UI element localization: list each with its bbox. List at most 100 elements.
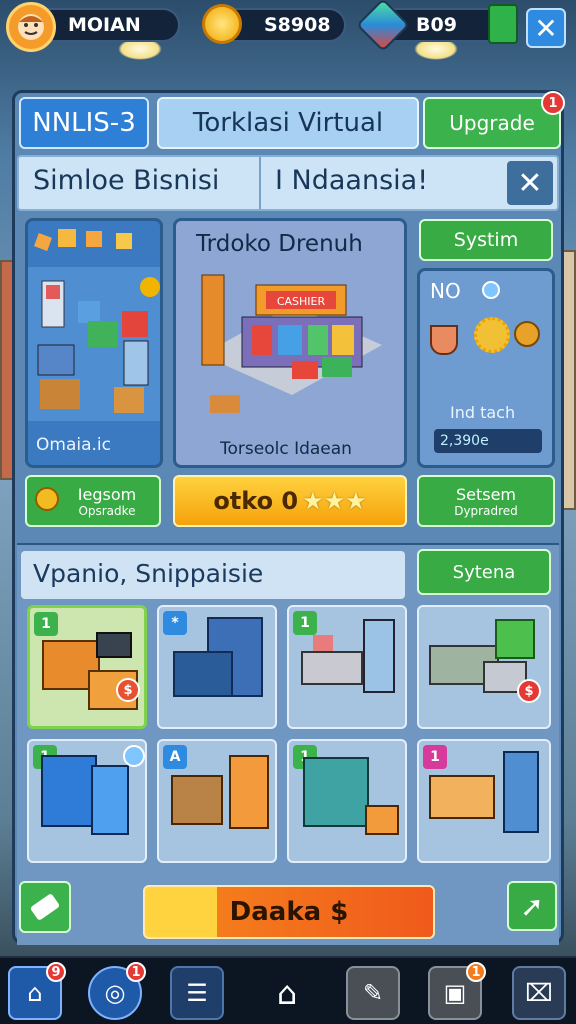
shop-section: Vpanio, Snippaisie Sytena 1 $ * 1 $ A 1 … [17, 543, 559, 945]
tab-nnlis[interactable]: NNLIS-3 [19, 97, 149, 149]
monitor-icon [41, 755, 97, 827]
featured-card-right[interactable]: NO Ind tach 2,390e [417, 268, 555, 468]
setsem-button[interactable]: Setsem Dypradred [417, 475, 555, 527]
sytena-button-label: Sytena [452, 561, 516, 583]
tab-label: NNLIS-3 [32, 108, 136, 138]
shop-slot-3[interactable]: 1 [287, 605, 407, 729]
register-screen-icon [96, 632, 132, 658]
tab-upgrade[interactable]: Upgrade 1 [423, 91, 565, 149]
house-outline-icon: ⌂ [276, 974, 298, 1012]
divider [259, 157, 261, 209]
store-icon: ⌧ [525, 979, 553, 1007]
nav-house[interactable]: ⌂ [260, 966, 314, 1020]
nav-shop[interactable]: ⌧ [512, 966, 566, 1020]
left-button-line1: Iegsom [77, 484, 137, 504]
desk-icon [429, 775, 495, 819]
coin-count: S8908 [264, 14, 331, 36]
left-button-line2: Opsradke [78, 503, 136, 518]
slot-tag-text: 1 [41, 616, 51, 632]
price-badge: $ [116, 678, 140, 702]
nav-menu[interactable]: ☰ [170, 966, 224, 1020]
bottom-nav-bar: ⌂ 9 ◎ 1 ☰ ⌂ ✎ ▣ 1 ⌧ [0, 956, 576, 1024]
shop-slot-4[interactable]: $ [417, 605, 551, 729]
info-icon [123, 745, 145, 767]
coin-icon [202, 4, 242, 44]
shop-slot-6[interactable]: A [157, 739, 277, 863]
menu-icon: ☰ [186, 979, 208, 1007]
store-building-illustration: CASHIER [201, 274, 382, 413]
eraser-button[interactable] [19, 881, 71, 933]
featured-card-center[interactable]: Trdoko Drenuh CASHIER Torseolc Idaean [173, 218, 407, 468]
shop-items-illustration [28, 229, 160, 421]
nav-profile[interactable]: ◎ 1 [88, 962, 146, 1020]
nav-tools[interactable]: ✎ [346, 966, 400, 1020]
sytena-button[interactable]: Sytena [417, 549, 551, 595]
nav-home[interactable]: ⌂ 9 [8, 962, 66, 1020]
nav-camera[interactable]: ▣ 1 [428, 962, 486, 1020]
featured-card-left[interactable]: Omaia.ic [25, 218, 163, 468]
shop-heading-bar: Vpanio, Snippaisie [21, 551, 405, 599]
notification-badge: 1 [466, 962, 486, 982]
award-icon [474, 317, 510, 353]
shop-slot-2[interactable]: * [157, 605, 277, 729]
player-avatar[interactable] [6, 2, 56, 52]
sub-header-bar: Simloe Bisnisi I Ndaansia! ✕ [17, 155, 559, 211]
sub-header-left: Simloe Bisnisi [33, 165, 220, 196]
right-card-caption: Ind tach [450, 403, 516, 422]
notification-badge: 1 [541, 91, 565, 115]
right-button-line2: Dypradred [454, 503, 518, 518]
slot-tag-text: 1 [300, 615, 310, 631]
green-bin-icon [495, 619, 535, 659]
daaka-button-label: Daaka $ [229, 897, 349, 927]
left-card-caption: Omaia.ic [36, 435, 111, 455]
camera-icon: ▣ [443, 979, 467, 1007]
center-card-title: Trdoko Drenuh [196, 231, 363, 257]
daaka-button[interactable]: Daaka $ [143, 885, 435, 939]
notification-badge: 1 [126, 962, 146, 982]
otko-button[interactable]: otko 0 ★★★ [173, 475, 407, 527]
avatar-face-icon [18, 14, 44, 40]
slot-tag-text: A [169, 749, 181, 765]
crate-icon [365, 805, 399, 835]
right-button-line1: Setsem [455, 484, 517, 504]
center-button-label: otko 0 [213, 487, 299, 515]
coin-small-icon [514, 321, 540, 347]
tab-label: Torklasi Virtual [192, 108, 384, 138]
arrow-up-right-icon: ➚ [520, 889, 544, 923]
display-shelf-icon [301, 651, 363, 685]
counter-icon [173, 651, 233, 697]
system-button-label: Systim [453, 229, 519, 251]
tab-torklasi-virtual[interactable]: Torklasi Virtual [157, 97, 419, 149]
center-card-caption: Torseolc Idaean [220, 439, 352, 459]
cash-icon[interactable] [488, 4, 518, 44]
home-icon: ⌂ [27, 979, 43, 1007]
slot-tag: 1 [34, 612, 58, 636]
gem-count: B09 [416, 14, 457, 36]
price-badge: $ [517, 679, 541, 703]
close-icon: ✕ [534, 11, 558, 45]
notification-badge: 9 [46, 962, 66, 982]
bookshelf-icon [171, 775, 223, 825]
slot-tag: 1 [423, 745, 447, 769]
goods-icon [313, 635, 333, 651]
shop-slot-5[interactable]: 1 [27, 739, 147, 863]
shop-slot-7[interactable]: 1 [287, 739, 407, 863]
slot-tag-text: * [171, 615, 179, 631]
close-button[interactable]: ✕ [526, 8, 566, 48]
close-sub-button[interactable]: ✕ [507, 161, 553, 205]
pin-icon [482, 281, 500, 299]
slot-tag: 1 [293, 611, 317, 635]
sub-header-right: I Ndaansia! [275, 165, 429, 196]
kiosk-icon [363, 619, 395, 693]
coin-icon [35, 487, 59, 511]
water-cooler-icon [503, 751, 539, 833]
tablet-icon [91, 765, 129, 835]
shop-slot-8[interactable]: 1 [417, 739, 551, 863]
share-button[interactable]: ➚ [507, 881, 557, 931]
stars-icon: ★★★ [302, 487, 367, 515]
tab-label: Upgrade [449, 111, 535, 135]
player-name: MOIAN [68, 14, 141, 36]
shop-slot-1[interactable]: 1 $ [27, 605, 147, 729]
system-button[interactable]: Systim [419, 219, 553, 261]
vending-machine-icon [229, 755, 269, 829]
